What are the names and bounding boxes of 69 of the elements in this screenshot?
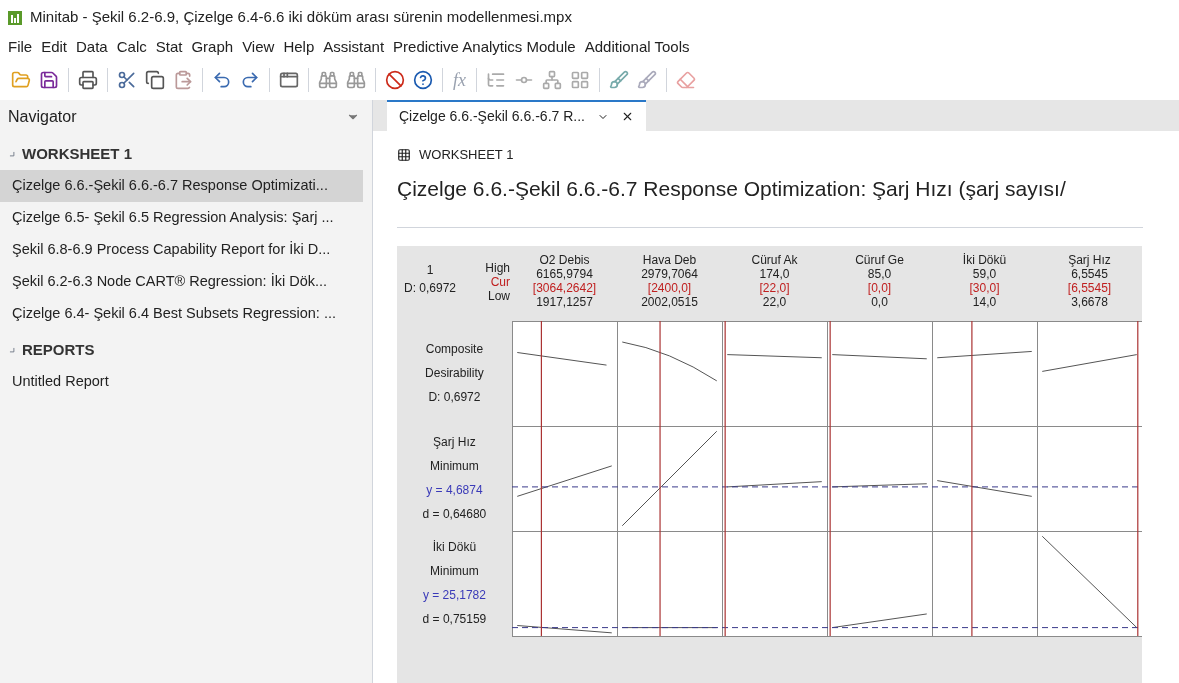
navigator-item[interactable]: Çizelge 6.4- Şekil 6.4 Best Subsets Regression: ...	[0, 298, 363, 330]
response-label: İki Dökü	[432, 539, 477, 556]
output-heading: Çizelge 6.6.-Şekil 6.6.-6.7 Response Optimization: Şarj Hızı (şarj sayısı/	[397, 175, 1067, 202]
factor-low: 22,0	[762, 294, 787, 309]
factor-name: Şarj Hız	[1068, 252, 1111, 267]
menu-item[interactable]: Additional Tools	[584, 36, 690, 59]
navigator-title: Navigator	[8, 107, 77, 127]
menu-item[interactable]: Predictive Analytics Module	[393, 36, 576, 59]
factor-high: 59,0	[972, 266, 997, 281]
factor-current: [0,0]	[867, 280, 892, 295]
menu-item[interactable]: File	[8, 36, 33, 59]
menu-item[interactable]: Assistant	[323, 36, 385, 59]
factor-low: 14,0	[972, 294, 997, 309]
factor-current: [30,0]	[969, 280, 1000, 295]
response-label: Desirability	[425, 365, 484, 382]
navigator-item[interactable]: Çizelge 6.5- Şekil 6.5 Regression Analysis: Şarj ...	[0, 202, 363, 234]
menu-item[interactable]: View	[242, 36, 275, 59]
menu-item[interactable]: Graph	[191, 36, 234, 59]
menu-item[interactable]: Stat	[155, 36, 183, 59]
response-label: y = 25,1782	[422, 587, 486, 604]
response-label: Şarj Hız	[433, 434, 476, 451]
response-label: d = 0,64680	[422, 506, 487, 523]
factor-high: 174,0	[759, 266, 790, 281]
factor-low: 2002,0515	[641, 294, 698, 309]
row-label: High	[485, 260, 510, 275]
navigator-item[interactable]: Şekil 6.8-6.9 Process Capability Report for İki D...	[0, 234, 363, 266]
factor-name: O2 Debis	[539, 252, 590, 267]
factor-high: 2979,7064	[641, 266, 698, 281]
factor-low: 0,0	[871, 294, 888, 309]
factor-current: [22,0]	[759, 280, 790, 295]
factor-high: 6165,9794	[536, 266, 593, 281]
factor-high: 85,0	[867, 266, 892, 281]
document-tab[interactable]: Çizelge 6.6.-Şekil 6.6.-6.7 R...	[387, 100, 646, 131]
factor-low: 1917,1257	[536, 294, 593, 309]
row-label: Cur	[490, 274, 510, 289]
composite-desirability: D: 0,6972	[403, 279, 456, 297]
current-setting-line[interactable]	[1137, 320, 1139, 637]
solution-number: 1	[426, 261, 434, 279]
response-label: Minimum	[430, 458, 479, 475]
response-label: D: 0,6972	[428, 389, 481, 406]
response-label: y = 4,6874	[426, 482, 483, 499]
close-icon[interactable]	[621, 110, 634, 123]
factor-name: Cüruf Ge	[855, 252, 904, 267]
menu-item[interactable]: Edit	[41, 36, 68, 59]
row-label: Low	[488, 288, 510, 303]
response-label: Composite	[425, 341, 484, 358]
app-logo-icon	[8, 10, 22, 25]
factor-name: Hava Deb	[642, 252, 697, 267]
menu-item[interactable]: Data	[76, 36, 108, 59]
factor-name: İki Dökü	[962, 252, 1007, 267]
factor-name: Cüruf Ak	[751, 252, 798, 267]
factor-low: 3,6678	[1071, 294, 1108, 309]
section-heading: WORKSHEET 1	[22, 144, 132, 165]
navigator-item[interactable]: Untitled Report	[0, 366, 363, 398]
worksheet-icon	[397, 147, 411, 162]
navigator-item[interactable]: Çizelge 6.6.-Şekil 6.6.-6.7 Response Optimizati...	[0, 170, 363, 202]
factor-high: 6,5545	[1071, 266, 1108, 281]
response-label: d = 0,75159	[422, 611, 487, 628]
menu-item[interactable]: Help	[283, 36, 315, 59]
factor-current: [6,5545]	[1067, 280, 1112, 295]
factor-current: [2400,0]	[647, 280, 692, 295]
factor-current: [3064,2642]	[532, 280, 597, 295]
current-setting-line[interactable]	[540, 320, 542, 637]
navigator-item[interactable]: Şekil 6.2-6.3 Node CART® Regression: İki Dök...	[0, 266, 363, 298]
worksheet-label: WORKSHEET 1	[419, 146, 514, 164]
response-label: Minimum	[430, 563, 479, 580]
section-heading: REPORTS	[22, 340, 95, 361]
menu-item[interactable]: Calc	[116, 36, 147, 59]
window-title: Minitab - Şekil 6.2-6.9, Çizelge 6.4-6.6 iki döküm arası sürenin modellenmesi.mpx	[30, 7, 572, 28]
